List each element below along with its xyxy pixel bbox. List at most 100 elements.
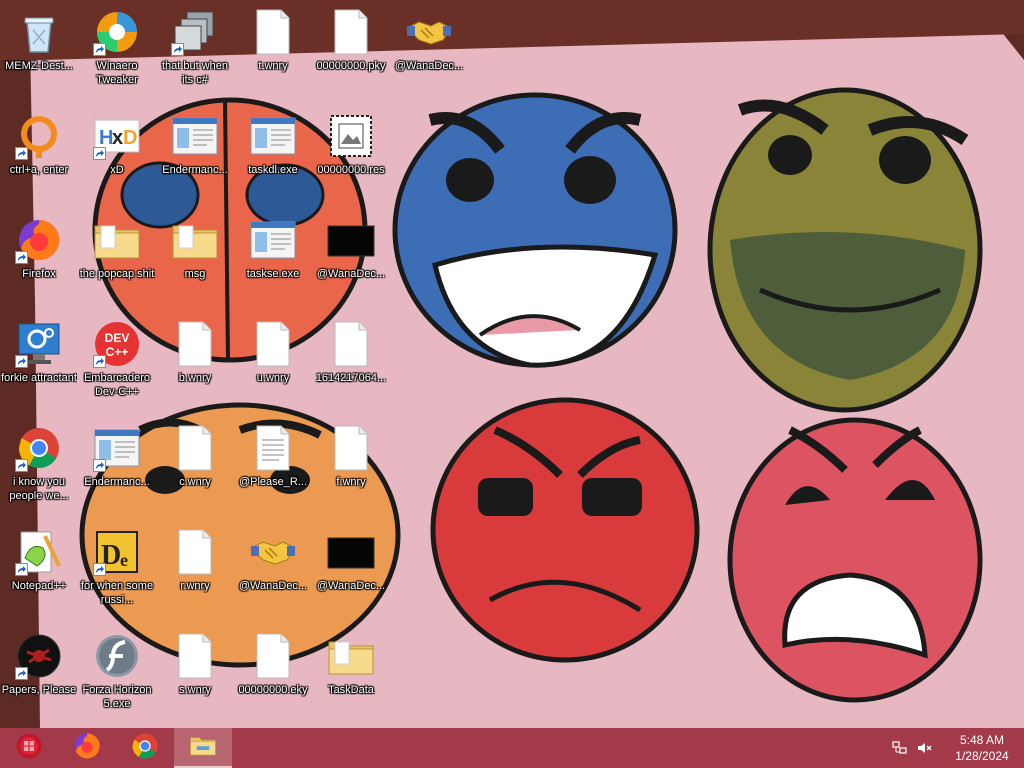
desktop-icon[interactable]: Winaero Tweaker (78, 0, 156, 96)
desktop-icon[interactable]: forkie attractant (0, 312, 78, 408)
desktop-icon[interactable]: r.wnry (156, 520, 234, 616)
app-window-icon (249, 112, 297, 160)
notepadpp-icon (15, 528, 63, 576)
desktop-icon[interactable]: Papers, Please (0, 624, 78, 720)
desktop-icon-label: the popcap shit (79, 268, 155, 280)
desktop-icon-label: f.wnry (336, 476, 366, 488)
hxd-icon: HxD (93, 112, 141, 160)
desktop-icon[interactable]: c.wnry (156, 416, 234, 512)
desktop-icon[interactable]: TaskData (312, 624, 390, 720)
start-button[interactable] (0, 728, 58, 768)
desktop-icon-label: taskdl.exe (248, 164, 298, 176)
desktop-icon-label: MEMZ-Dest... (5, 60, 73, 72)
desktop-icon-label: Embarcadero Dev-C++ (83, 372, 151, 398)
blank-file-icon (327, 320, 375, 368)
handshake-icon (249, 528, 297, 576)
blank-file-icon (171, 320, 219, 368)
desktop-icon[interactable]: u.wnry (234, 312, 312, 408)
desktop-icon[interactable]: t.wnry (234, 0, 312, 96)
desktop-icon-label: forkie attractant (1, 372, 77, 384)
network-icon[interactable] (888, 728, 912, 768)
desktop-icon-label: for when some russi... (80, 580, 154, 606)
shortcut-arrow-icon (15, 563, 28, 576)
desktop-icon-label: Firefox (22, 268, 56, 280)
desktop-icon[interactable]: @WanaDec... (234, 520, 312, 616)
shortcut-arrow-icon (171, 43, 184, 56)
desktop-icon[interactable]: Firefox (0, 208, 78, 304)
taskbar-file-explorer[interactable] (174, 728, 232, 768)
desktop-icon[interactable]: @WanaDec... (312, 208, 390, 304)
desktop-icon-label: c.wnry (179, 476, 211, 488)
stacked-windows-icon (171, 8, 219, 56)
de-icon: De (93, 528, 141, 576)
desktop-icon-label: u.wnry (256, 372, 290, 384)
desktop-icon[interactable]: f.wnry (312, 416, 390, 512)
svg-text:e: e (120, 550, 128, 570)
shortcut-arrow-icon (15, 459, 28, 472)
start-orb-icon (14, 731, 44, 766)
desktop-icon[interactable]: DEV C++ Embarcadero Dev-C++ (78, 312, 156, 408)
app-window-icon (249, 216, 297, 264)
computer-settings-icon (15, 320, 63, 368)
desktop-icon[interactable]: taskse.exe (234, 208, 312, 304)
desktop-icon[interactable]: 00000000.pky (312, 0, 390, 96)
taskbar-firefox[interactable] (58, 728, 116, 768)
taskbar: 5:48 AM 1/28/2024 (0, 728, 1024, 768)
flash-icon (93, 632, 141, 680)
desktop-icon[interactable]: Endermanc... (156, 104, 234, 200)
shortcut-arrow-icon (15, 667, 28, 680)
desktop-icon-label: 1614217064... (315, 372, 387, 384)
shortcut-arrow-icon (15, 147, 28, 160)
desktop-icon-label: i know you people we... (9, 476, 69, 502)
taskbar-chrome[interactable] (116, 728, 174, 768)
recycle-bin-icon (15, 8, 63, 56)
desktop-icon-label: msg (184, 268, 206, 280)
desktop-icon[interactable]: ctrl+a, enter (0, 104, 78, 200)
desktop-icon[interactable]: i know you people we... (0, 416, 78, 512)
folder-icon (93, 216, 141, 264)
desktop-icon-label: 00000000.res (317, 164, 385, 176)
desktop-icon[interactable]: Notepad++ (0, 520, 78, 616)
text-file-icon (249, 424, 297, 472)
svg-text:D: D (123, 127, 137, 149)
desktop-icon-label: taskse.exe (246, 268, 300, 280)
desktop-icon[interactable]: Hx DxD (78, 104, 156, 200)
desktop-icon[interactable]: 00000000.eky (234, 624, 312, 720)
desktop-icon[interactable]: MEMZ-Dest... (0, 0, 78, 96)
desktop-icon[interactable]: msg (156, 208, 234, 304)
shortcut-arrow-icon (15, 355, 28, 368)
desktop-icon[interactable]: @WanaDec... (390, 0, 468, 96)
clock-time: 5:48 AM (959, 733, 1005, 747)
desktop-icon[interactable]: that but when its c# (156, 0, 234, 96)
desktop-icon-label: 00000000.eky (238, 684, 308, 696)
desktop-icon[interactable]: s.wnry (156, 624, 234, 720)
desktop-icon[interactable]: De for when some russi... (78, 520, 156, 616)
desktop-icon-label: @Please_R... (238, 476, 308, 488)
desktop-icon-label: s.wnry (179, 684, 211, 696)
winaero-icon (93, 8, 141, 56)
desktop-icon-label: Forza Horizon 5.exe (82, 684, 152, 710)
shortcut-arrow-icon (93, 459, 106, 472)
firefox-icon (15, 216, 63, 264)
desktop-icon[interactable]: taskdl.exe (234, 104, 312, 200)
devcpp-icon: DEV C++ (93, 320, 141, 368)
desktop-icon-label: b.wnry (178, 372, 212, 384)
desktop-icon[interactable]: @WanaDec... (312, 520, 390, 616)
desktop-icon-label: Notepad++ (11, 580, 67, 592)
shortcut-arrow-icon (93, 563, 106, 576)
desktop-icon[interactable]: b.wnry (156, 312, 234, 408)
blank-file-icon (171, 632, 219, 680)
desktop-icon[interactable]: Forza Horizon 5.exe (78, 624, 156, 720)
desktop-icon-label: Winaero Tweaker (96, 60, 138, 86)
svg-text:x: x (112, 127, 123, 149)
desktop-icon[interactable]: Endermanc... (78, 416, 156, 512)
desktop-icon[interactable]: 00000000.res (312, 104, 390, 200)
volume-muted-icon[interactable] (912, 728, 936, 768)
handshake-icon (405, 8, 453, 56)
desktop-icon[interactable]: 1614217064... (312, 312, 390, 408)
taskbar-clock[interactable]: 5:48 AM 1/28/2024 (944, 732, 1020, 764)
app-window-icon (93, 424, 141, 472)
desktop-icon[interactable]: the popcap shit (78, 208, 156, 304)
desktop-icon[interactable]: @Please_R... (234, 416, 312, 512)
blank-file-icon (327, 424, 375, 472)
